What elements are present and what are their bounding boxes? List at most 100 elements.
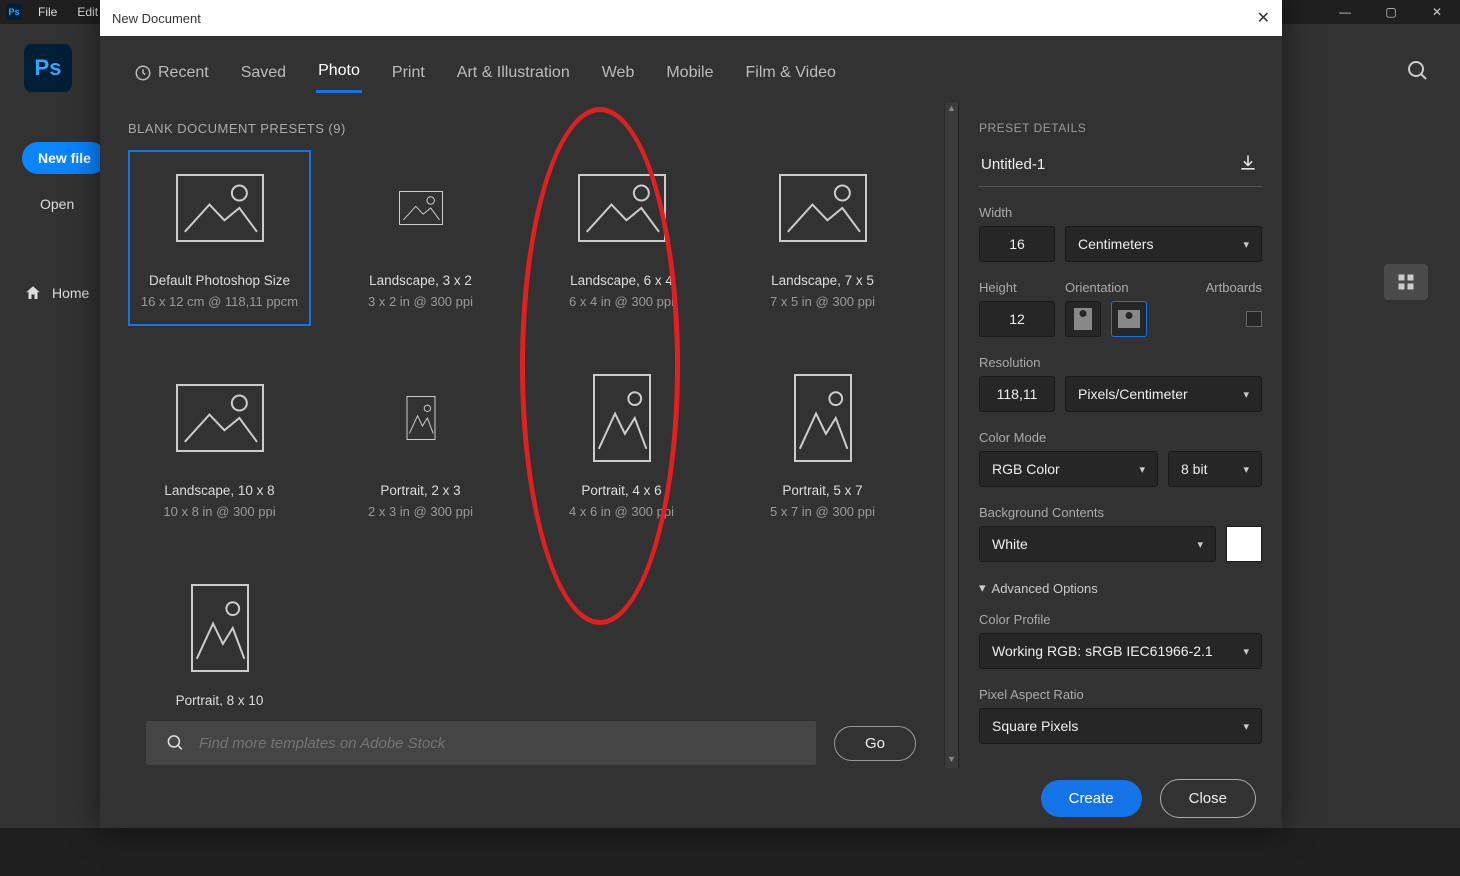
resolution-input[interactable] xyxy=(979,376,1055,412)
preset-title: Portrait, 5 x 7 xyxy=(782,483,862,498)
scroll-up-arrow-icon[interactable]: ▲ xyxy=(945,103,959,117)
preset-card[interactable]: Portrait, 8 x 10 8 x 10 in @ 300 ppi xyxy=(128,570,311,706)
color-profile-select[interactable]: Working RGB: sRGB IEC61966-2.1▾ xyxy=(979,633,1262,669)
tab-film[interactable]: Film & Video xyxy=(743,56,837,92)
orientation-portrait-button[interactable] xyxy=(1065,301,1101,337)
preset-card[interactable]: Portrait, 4 x 6 4 x 6 in @ 300 ppi xyxy=(530,360,713,536)
chevron-down-icon: ▾ xyxy=(1139,463,1145,476)
dialog-titlebar: New Document ✕ xyxy=(100,0,1282,36)
tab-recent-label: Recent xyxy=(158,64,209,82)
close-button[interactable]: Close xyxy=(1160,779,1256,818)
window-controls: — ▢ ✕ xyxy=(1322,0,1460,24)
artboards-checkbox[interactable] xyxy=(1246,311,1262,327)
new-document-dialog: New Document ✕ Recent Saved Photo Print … xyxy=(100,0,1282,828)
home-icon xyxy=(24,284,42,302)
tab-recent[interactable]: Recent xyxy=(132,56,211,92)
chevron-down-icon: ▾ xyxy=(1243,645,1249,658)
preset-thumb-icon xyxy=(176,379,264,457)
home-nav-label: Home xyxy=(52,285,89,301)
pixel-aspect-select[interactable]: Square Pixels▾ xyxy=(979,708,1262,744)
search-icon[interactable] xyxy=(1406,59,1430,88)
orientation-landscape-button[interactable] xyxy=(1111,301,1147,337)
tab-art[interactable]: Art & Illustration xyxy=(455,56,572,92)
clock-icon xyxy=(134,64,152,82)
resolution-unit-select[interactable]: Pixels/Centimeter▾ xyxy=(1065,376,1262,412)
details-header: PRESET DETAILS xyxy=(979,121,1262,135)
preset-thumb-icon xyxy=(578,379,666,457)
menu-file[interactable]: File xyxy=(28,5,67,19)
new-file-button[interactable]: New file xyxy=(22,142,107,174)
height-input[interactable] xyxy=(979,301,1055,337)
bg-color-swatch[interactable] xyxy=(1226,526,1262,562)
chevron-down-icon: ▾ xyxy=(1243,388,1249,401)
width-unit-select[interactable]: Centimeters▾ xyxy=(1065,226,1262,262)
go-button[interactable]: Go xyxy=(834,726,916,761)
photoshop-logo-icon: Ps xyxy=(24,44,72,92)
colormode-label: Color Mode xyxy=(979,430,1262,445)
resolution-label: Resolution xyxy=(979,355,1262,370)
preset-title: Default Photoshop Size xyxy=(149,273,290,288)
preset-card[interactable]: Landscape, 3 x 2 3 x 2 in @ 300 ppi xyxy=(329,150,512,326)
tab-photo[interactable]: Photo xyxy=(316,54,362,93)
preset-card[interactable]: Default Photoshop Size 16 x 12 cm @ 118,… xyxy=(128,150,311,326)
preset-thumb-icon xyxy=(779,379,867,457)
preset-subtitle: 7 x 5 in @ 300 ppi xyxy=(770,294,875,309)
document-name-input[interactable] xyxy=(979,152,1234,177)
preset-subtitle: 6 x 4 in @ 300 ppi xyxy=(569,294,674,309)
dialog-title: New Document xyxy=(112,11,201,26)
chevron-down-icon: ▾ xyxy=(1243,463,1249,476)
preset-subtitle: 3 x 2 in @ 300 ppi xyxy=(368,294,473,309)
save-preset-icon[interactable] xyxy=(1234,149,1262,180)
tab-mobile[interactable]: Mobile xyxy=(664,56,715,92)
preset-thumb-icon xyxy=(377,379,465,457)
color-profile-label: Color Profile xyxy=(979,612,1262,627)
create-button[interactable]: Create xyxy=(1041,780,1142,817)
tab-print[interactable]: Print xyxy=(390,56,427,92)
colormode-select[interactable]: RGB Color▾ xyxy=(979,451,1158,487)
width-label: Width xyxy=(979,205,1262,220)
preset-subtitle: 10 x 8 in @ 300 ppi xyxy=(163,504,275,519)
preset-subtitle: 16 x 12 cm @ 118,11 ppcm xyxy=(141,294,298,309)
preset-subtitle: 4 x 6 in @ 300 ppi xyxy=(569,504,674,519)
orientation-label: Orientation xyxy=(1065,280,1129,295)
scroll-down-arrow-icon[interactable]: ▼ xyxy=(945,754,959,768)
preset-title: Landscape, 10 x 8 xyxy=(164,483,274,498)
presets-section-label: BLANK DOCUMENT PRESETS(9) xyxy=(128,121,934,136)
close-window-button[interactable]: ✕ xyxy=(1414,0,1460,24)
preset-subtitle: 2 x 3 in @ 300 ppi xyxy=(368,504,473,519)
category-tabs: Recent Saved Photo Print Art & Illustrat… xyxy=(100,36,1282,103)
maximize-button[interactable]: ▢ xyxy=(1368,0,1414,24)
view-grid-toggle[interactable] xyxy=(1384,264,1428,300)
template-search-input[interactable] xyxy=(199,735,796,752)
preset-card[interactable]: Landscape, 6 x 4 6 x 4 in @ 300 ppi xyxy=(530,150,713,326)
chevron-down-icon: ▾ xyxy=(1197,538,1203,551)
artboards-label: Artboards xyxy=(1206,280,1262,295)
preset-title: Landscape, 6 x 4 xyxy=(570,273,673,288)
dialog-close-button[interactable]: ✕ xyxy=(1257,8,1270,28)
preset-title: Portrait, 2 x 3 xyxy=(380,483,460,498)
preset-card[interactable]: Portrait, 5 x 7 5 x 7 in @ 300 ppi xyxy=(731,360,914,536)
preset-subtitle: 5 x 7 in @ 300 ppi xyxy=(770,504,875,519)
tab-web[interactable]: Web xyxy=(600,56,637,92)
tab-saved[interactable]: Saved xyxy=(239,56,288,92)
open-button[interactable]: Open xyxy=(40,196,74,212)
bitdepth-select[interactable]: 8 bit▾ xyxy=(1168,451,1262,487)
height-label: Height xyxy=(979,280,1055,295)
template-search-box[interactable] xyxy=(146,721,816,765)
preset-thumb-icon xyxy=(578,169,666,247)
chevron-down-icon: ▾ xyxy=(1243,238,1249,251)
preset-details-panel: PRESET DETAILS Width Centimeters▾ Height… xyxy=(958,103,1282,768)
preset-thumb-icon xyxy=(377,169,465,247)
dialog-footer: Create Close xyxy=(100,768,1282,828)
advanced-options-toggle[interactable]: ▾ Advanced Options xyxy=(979,580,1262,596)
preset-title: Portrait, 4 x 6 xyxy=(581,483,661,498)
preset-card[interactable]: Portrait, 2 x 3 2 x 3 in @ 300 ppi xyxy=(329,360,512,536)
search-icon xyxy=(166,733,185,753)
preset-card[interactable]: Landscape, 7 x 5 7 x 5 in @ 300 ppi xyxy=(731,150,914,326)
pixel-aspect-label: Pixel Aspect Ratio xyxy=(979,687,1262,702)
preset-card[interactable]: Landscape, 10 x 8 10 x 8 in @ 300 ppi xyxy=(128,360,311,536)
presets-scrollbar[interactable]: ▲ ▼ xyxy=(944,103,958,768)
bg-select[interactable]: White▾ xyxy=(979,526,1216,562)
minimize-button[interactable]: — xyxy=(1322,0,1368,24)
width-input[interactable] xyxy=(979,226,1055,262)
